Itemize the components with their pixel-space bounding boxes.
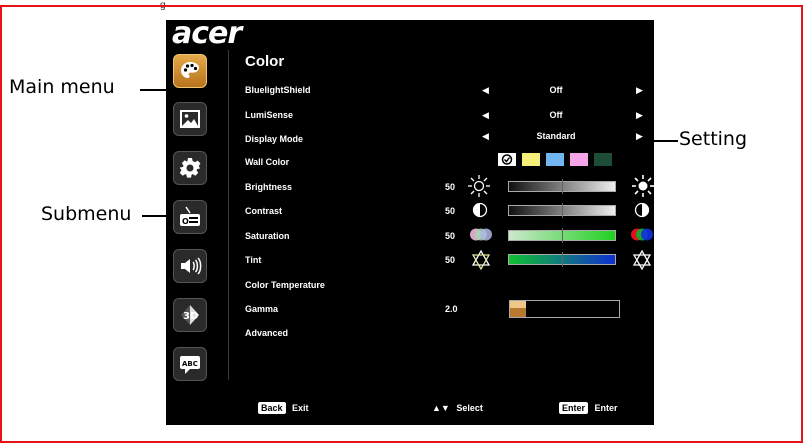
gamma-bar[interactable] bbox=[509, 300, 620, 318]
sidebar-divider bbox=[228, 50, 229, 380]
saturation-label[interactable]: Saturation bbox=[245, 231, 290, 241]
picture-icon bbox=[180, 110, 200, 128]
arrow-left-icon[interactable]: ◀ bbox=[482, 85, 489, 96]
footer-enter: Enter Enter bbox=[559, 402, 618, 414]
brightness-slider[interactable] bbox=[508, 179, 616, 194]
svg-text:ABC: ABC bbox=[182, 360, 198, 368]
lumisense-value: Off bbox=[549, 110, 563, 120]
palette-icon bbox=[181, 62, 199, 78]
saturation-low-icon bbox=[470, 228, 492, 241]
brightness-value: 50 bbox=[445, 182, 456, 192]
audio-icon bbox=[181, 257, 202, 275]
contrast-high-icon bbox=[634, 202, 650, 218]
brightness-label[interactable]: Brightness bbox=[245, 182, 292, 192]
tint-low-icon bbox=[471, 249, 491, 271]
up-down-arrows-icon: ▲▼ bbox=[432, 403, 450, 413]
slider-marker bbox=[562, 228, 563, 243]
gamma-fill bbox=[510, 301, 527, 317]
gear-icon bbox=[179, 158, 201, 178]
sun-bright-icon bbox=[632, 175, 654, 197]
tint-high-icon bbox=[632, 249, 652, 271]
arrow-left-icon[interactable]: ◀ bbox=[482, 131, 489, 142]
svg-text:O: O bbox=[182, 217, 189, 226]
saturation-slider[interactable] bbox=[508, 228, 616, 243]
enter-key[interactable]: Enter bbox=[559, 402, 589, 414]
callout-setting: Setting bbox=[679, 128, 748, 150]
menu-settings[interactable] bbox=[173, 151, 207, 185]
saturation-value: 50 bbox=[445, 231, 456, 241]
panel-title: Color bbox=[245, 53, 285, 70]
callout-main-menu: Main menu bbox=[9, 76, 115, 98]
contrast-value: 50 bbox=[445, 206, 456, 216]
select-label: Select bbox=[456, 403, 483, 413]
menu-osd[interactable]: O bbox=[173, 200, 207, 234]
slider-marker bbox=[562, 203, 563, 218]
contrast-slider[interactable] bbox=[508, 203, 616, 218]
tint-value: 50 bbox=[445, 255, 456, 265]
menu-picture[interactable] bbox=[173, 102, 207, 136]
gamma-label[interactable]: Gamma bbox=[245, 304, 278, 314]
arrow-right-icon[interactable]: ▶ bbox=[636, 131, 643, 142]
menu-color[interactable] bbox=[173, 54, 207, 88]
bluelightshield-value: Off bbox=[549, 85, 563, 95]
color-temperature-label[interactable]: Color Temperature bbox=[245, 280, 325, 290]
wall-color-swatch[interactable] bbox=[570, 153, 588, 166]
wall-color-label[interactable]: Wall Color bbox=[245, 157, 289, 167]
menu-audio[interactable] bbox=[173, 249, 207, 283]
bluelightshield-label[interactable]: BluelightShield bbox=[245, 85, 311, 95]
tint-label[interactable]: Tint bbox=[245, 255, 261, 265]
footer-select: ▲▼ Select bbox=[432, 403, 483, 413]
slider-marker bbox=[562, 179, 563, 194]
callout-submenu: Submenu bbox=[41, 203, 132, 225]
contrast-low-icon bbox=[472, 202, 488, 218]
menu-3d[interactable]: 3D bbox=[173, 298, 207, 332]
3d-icon: 3D bbox=[181, 305, 199, 325]
back-key[interactable]: Back bbox=[258, 402, 286, 414]
wall-color-swatch[interactable] bbox=[594, 153, 612, 166]
sun-dim-icon bbox=[468, 175, 490, 197]
lumisense-label[interactable]: LumiSense bbox=[245, 110, 293, 120]
display-mode-label[interactable]: Display Mode bbox=[245, 134, 303, 144]
tint-slider[interactable] bbox=[508, 252, 616, 267]
slider-marker bbox=[562, 252, 563, 267]
arrow-left-icon[interactable]: ◀ bbox=[482, 110, 489, 121]
language-icon: ABC bbox=[180, 356, 200, 374]
saturation-high-icon bbox=[631, 228, 653, 241]
check-icon bbox=[501, 154, 513, 165]
osd-panel: acer O 3D ABC Color BluelightShield Lumi… bbox=[166, 16, 654, 425]
wall-color-swatch[interactable] bbox=[522, 153, 540, 166]
back-label: Exit bbox=[292, 403, 309, 413]
wall-color-swatch[interactable] bbox=[546, 153, 564, 166]
contrast-label[interactable]: Contrast bbox=[245, 206, 282, 216]
wall-color-swatch-selected[interactable] bbox=[498, 153, 516, 166]
osd-settings-icon: O bbox=[180, 206, 200, 226]
footer-back: Back Exit bbox=[258, 402, 309, 414]
arrow-right-icon[interactable]: ▶ bbox=[636, 110, 643, 121]
display-mode-value: Standard bbox=[536, 131, 576, 141]
arrow-right-icon[interactable]: ▶ bbox=[636, 85, 643, 96]
svg-text:3D: 3D bbox=[183, 311, 198, 322]
advanced-label[interactable]: Advanced bbox=[245, 328, 288, 338]
gamma-value: 2.0 bbox=[445, 304, 458, 314]
enter-label: Enter bbox=[594, 403, 618, 413]
acer-logo: acer bbox=[172, 16, 242, 51]
menu-language[interactable]: ABC bbox=[173, 347, 207, 381]
